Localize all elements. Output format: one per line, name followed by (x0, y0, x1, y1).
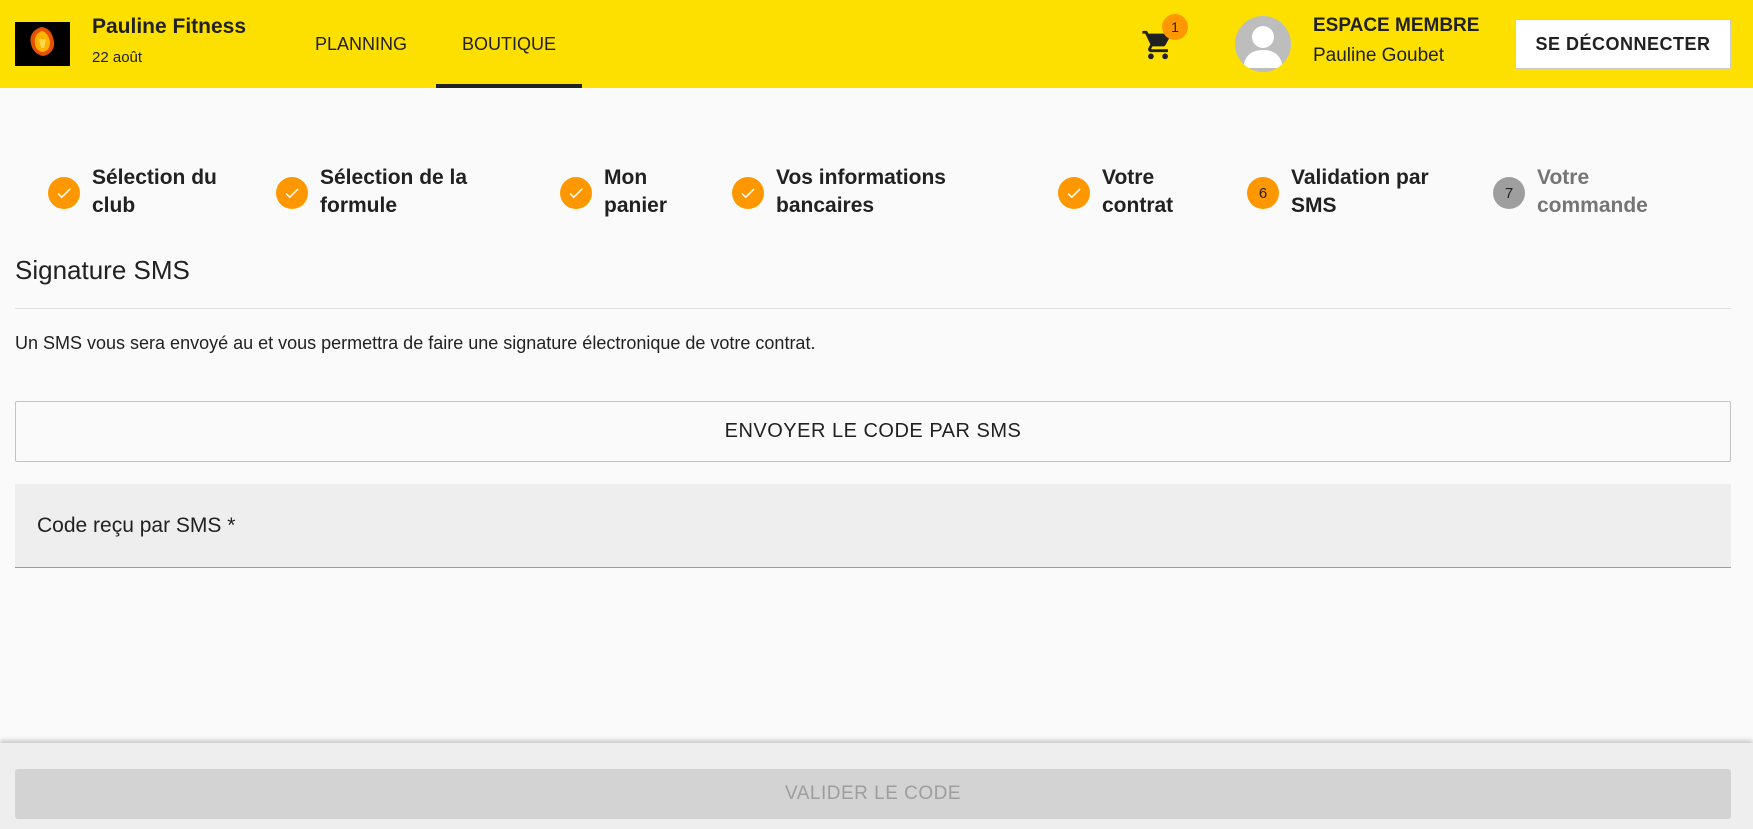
cart-count-badge: 1 (1162, 14, 1188, 40)
step-number: 6 (1247, 177, 1279, 209)
step-label: Votre commande (1537, 166, 1648, 217)
page-title: Signature SMS (15, 255, 190, 285)
step-club-selection: Sélection du club (48, 164, 217, 220)
avatar[interactable] (1235, 16, 1291, 72)
member-name: Pauline Goubet (1313, 45, 1444, 66)
check-icon (732, 177, 764, 209)
sms-description: Un SMS vous sera envoyé au et vous perme… (15, 333, 816, 353)
logout-button[interactable]: SE DÉCONNECTER (1515, 19, 1731, 69)
step-sms-validation: 6 Validation par SMS (1247, 164, 1429, 220)
step-label: Vos informations bancaires (776, 166, 946, 217)
tab-boutique[interactable]: BOUTIQUE (436, 0, 582, 88)
step-label: Sélection de la formule (320, 166, 468, 217)
top-app-bar: Pauline Fitness 22 août PLANNING BOUTIQU… (0, 0, 1753, 88)
check-icon (48, 177, 80, 209)
sms-code-field[interactable]: Code reçu par SMS * (15, 484, 1731, 568)
step-contract: Votre contrat (1058, 164, 1173, 220)
member-area-title: ESPACE MEMBRE (1313, 15, 1480, 36)
bottom-action-bar: VALIDER LE CODE (0, 743, 1753, 829)
step-number: 7 (1493, 177, 1525, 209)
sms-code-input[interactable] (37, 514, 1707, 544)
validate-code-button[interactable]: VALIDER LE CODE (15, 769, 1731, 819)
step-label: Sélection du club (92, 166, 217, 217)
step-label: Votre contrat (1102, 166, 1174, 217)
divider (15, 308, 1731, 309)
check-icon (1058, 177, 1090, 209)
step-label: Mon panier (604, 166, 668, 217)
step-cart: Mon panier (560, 164, 667, 220)
check-icon (560, 177, 592, 209)
step-order: 7 Votre commande (1493, 164, 1648, 220)
step-label: Validation par SMS (1291, 166, 1429, 217)
current-date: 22 août (92, 49, 143, 66)
check-icon (276, 177, 308, 209)
step-bank-info: Vos informations bancaires (732, 164, 946, 220)
club-logo[interactable] (15, 22, 70, 66)
step-formula-selection: Sélection de la formule (276, 164, 467, 220)
club-name: Pauline Fitness (92, 15, 247, 38)
tab-planning[interactable]: PLANNING (290, 0, 432, 88)
send-sms-code-button[interactable]: ENVOYER LE CODE PAR SMS (15, 401, 1731, 462)
